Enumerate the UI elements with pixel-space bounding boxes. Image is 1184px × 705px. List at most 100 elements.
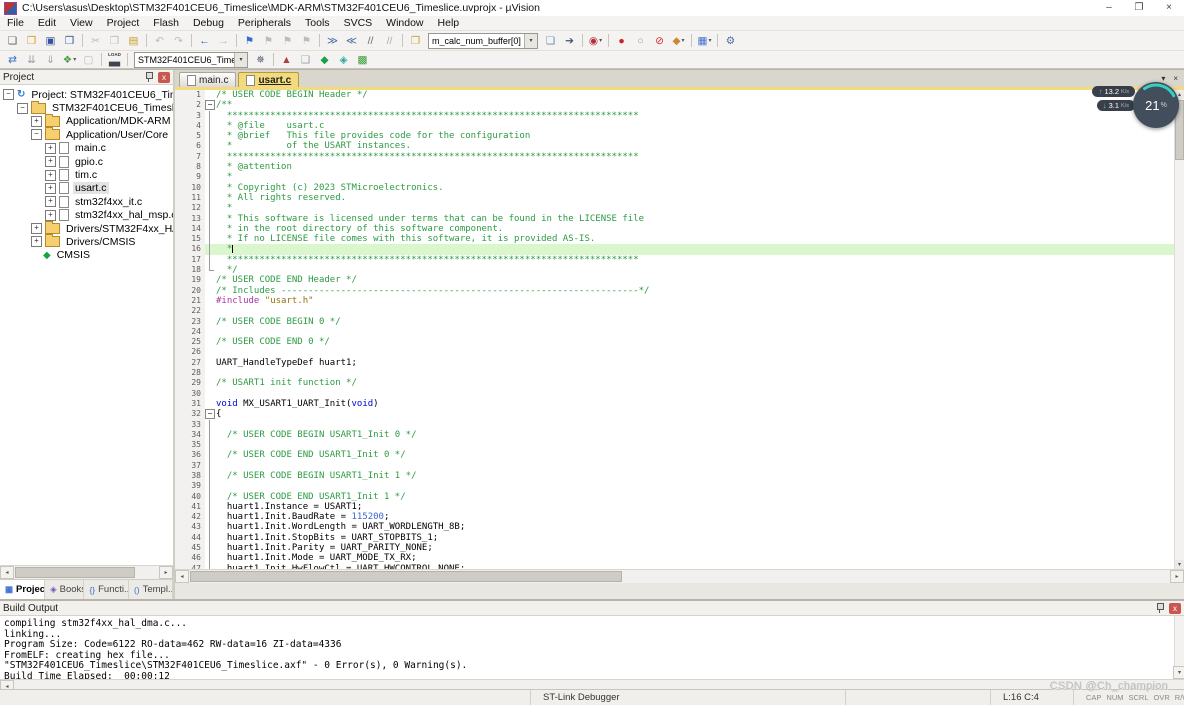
code-line-13[interactable]: 13 * This software is licensed under ter… bbox=[175, 213, 1174, 225]
collapse-icon[interactable]: − bbox=[17, 102, 28, 114]
progress-circle[interactable]: 21 % bbox=[1133, 82, 1179, 128]
scroll-left-icon[interactable]: ◂ bbox=[0, 566, 14, 579]
tree-item-stm32f401ceu6-timeslice[interactable]: − STM32F401CEU6_Timeslice bbox=[0, 100, 173, 114]
code-line-28[interactable]: 28 bbox=[175, 368, 1174, 379]
undo-button[interactable]: ↶ bbox=[151, 33, 168, 48]
combo-dropdown-icon[interactable]: ▾ bbox=[524, 33, 537, 48]
doc-tab-usart-c[interactable]: usart.c bbox=[238, 72, 300, 87]
tree-item-main-c[interactable]: + main.c bbox=[0, 142, 173, 155]
code-line-35[interactable]: 35 bbox=[175, 440, 1174, 451]
code-lines[interactable]: 1/* USER CODE BEGIN Header */2/**3 *****… bbox=[175, 90, 1174, 569]
code-line-31[interactable]: 31 void MX_USART1_UART_Init(void) bbox=[175, 398, 1174, 410]
code-line-12[interactable]: 12 * bbox=[175, 203, 1174, 214]
code-line-42[interactable]: 42 huart1.Init.BaudRate = 115200; bbox=[175, 512, 1174, 523]
code-line-45[interactable]: 45 huart1.Init.Parity = UART_PARITY_NONE… bbox=[175, 543, 1174, 554]
code-line-7[interactable]: 7 **************************************… bbox=[175, 151, 1174, 163]
menu-debug[interactable]: Debug bbox=[186, 17, 231, 29]
tree-item-gpio-c[interactable]: + gpio.c bbox=[0, 155, 173, 168]
menu-flash[interactable]: Flash bbox=[146, 17, 186, 29]
browse-info-button[interactable]: ➔ bbox=[561, 33, 578, 48]
tree-item-stm32f4xx-it-c[interactable]: + stm32f4xx_it.c bbox=[0, 195, 173, 208]
collapse-icon[interactable]: − bbox=[3, 89, 14, 101]
code-line-29[interactable]: 29 /* USART1 init function */ bbox=[175, 378, 1174, 389]
breakpoint-options-button[interactable]: ◆ ▾ bbox=[670, 33, 687, 48]
find-in-files-button[interactable]: ❐ bbox=[407, 33, 424, 48]
maximize-button[interactable]: ❐ bbox=[1124, 0, 1154, 16]
code-line-8[interactable]: 8 * @attention bbox=[175, 162, 1174, 173]
expand-icon[interactable]: + bbox=[31, 223, 42, 235]
code-line-37[interactable]: 37 bbox=[175, 460, 1174, 472]
open-file-button[interactable]: ❐ bbox=[23, 33, 40, 48]
search-button[interactable]: ◉ ▾ bbox=[587, 33, 604, 48]
code-line-36[interactable]: 36 /* USER CODE END USART1_Init 0 */ bbox=[175, 450, 1174, 461]
dropdown-arrow-icon[interactable]: ▾ bbox=[682, 37, 685, 44]
redo-button[interactable]: ↷ bbox=[170, 33, 187, 48]
expand-icon[interactable]: + bbox=[45, 142, 56, 154]
window-layout-button[interactable]: ▦ ▾ bbox=[696, 33, 713, 48]
code-line-9[interactable]: 9 * bbox=[175, 172, 1174, 183]
code-line-22[interactable]: 22 bbox=[175, 306, 1174, 317]
code-line-18[interactable]: 18 */ bbox=[175, 265, 1174, 276]
scroll-left-icon[interactable]: ◂ bbox=[175, 570, 189, 583]
dropdown-arrow-icon[interactable]: ▾ bbox=[73, 56, 76, 63]
panel-tab-books[interactable]: ◈ Books bbox=[45, 580, 85, 599]
tree-item-drivers-stm32f4xx-hal-driver[interactable]: + Drivers/STM32F4xx_HAL_Driver bbox=[0, 221, 173, 235]
indent-button[interactable]: ≫ bbox=[324, 33, 341, 48]
manage-rte-button[interactable]: ◆ bbox=[316, 52, 333, 67]
build-output-close-icon[interactable]: x bbox=[1169, 602, 1181, 614]
expand-icon[interactable]: + bbox=[45, 156, 56, 168]
pin-icon[interactable] bbox=[1157, 602, 1164, 613]
next-bookmark-button[interactable]: ⚑ bbox=[279, 33, 296, 48]
code-line-43[interactable]: 43 huart1.Init.WordLength = UART_WORDLEN… bbox=[175, 522, 1174, 534]
code-line-17[interactable]: 17 *************************************… bbox=[175, 254, 1174, 266]
code-line-40[interactable]: 40 /* USER CODE END USART1_Init 1 */ bbox=[175, 491, 1174, 503]
paste-button[interactable]: ▤ bbox=[125, 33, 142, 48]
menu-window[interactable]: Window bbox=[379, 17, 430, 29]
code-line-47[interactable]: 47 huart1.Init.HwFlowCtl = UART_HWCONTRO… bbox=[175, 563, 1174, 569]
pin-icon[interactable] bbox=[146, 71, 153, 82]
expand-icon[interactable]: + bbox=[45, 196, 56, 208]
code-line-11[interactable]: 11 * All rights reserved. bbox=[175, 192, 1174, 204]
scroll-right-icon[interactable]: ▸ bbox=[159, 566, 173, 579]
lookup-button[interactable]: ❏ bbox=[542, 33, 559, 48]
build-button[interactable]: ⇊ bbox=[23, 52, 40, 67]
minimize-button[interactable]: – bbox=[1094, 0, 1124, 16]
configure-button[interactable]: ⚙ bbox=[722, 33, 739, 48]
menu-file[interactable]: File bbox=[0, 17, 31, 29]
target-select-combo[interactable]: STM32F401CEU6_Timesli▾ bbox=[134, 51, 248, 68]
outdent-button[interactable]: ≪ bbox=[343, 33, 360, 48]
tree-item-project-stm32f401ceu6-timeslice[interactable]: −↻ Project: STM32F401CEU6_Timeslice bbox=[0, 88, 173, 101]
code-line-1[interactable]: 1 /* USER CODE BEGIN Header */ bbox=[175, 90, 1174, 101]
copy-button[interactable]: ❐ bbox=[106, 33, 123, 48]
dropdown-arrow-icon[interactable]: ▾ bbox=[599, 37, 602, 44]
build-output-scrollbar[interactable]: ▾ bbox=[1172, 616, 1184, 679]
comment-button[interactable]: // bbox=[362, 33, 379, 48]
code-line-41[interactable]: 41 huart1.Instance = USART1; bbox=[175, 501, 1174, 513]
rebuild-button[interactable]: ⇓ bbox=[42, 52, 59, 67]
kill-breakpoints-button[interactable]: ⊘ bbox=[651, 33, 668, 48]
panel-tab-templ[interactable]: () Templ... bbox=[129, 580, 173, 599]
translate-file-button[interactable]: ⇄ bbox=[4, 52, 21, 67]
code-line-20[interactable]: 20 /* Includes --------------------------… bbox=[175, 285, 1174, 296]
project-panel-close-icon[interactable]: x bbox=[158, 71, 170, 83]
code-line-19[interactable]: 19 /* USER CODE END Header */ bbox=[175, 275, 1174, 286]
pack-installer-button[interactable]: ▩ bbox=[354, 52, 371, 67]
download-button[interactable]: LOAD ▄▄ bbox=[106, 52, 123, 67]
code-line-27[interactable]: 27 UART_HandleTypeDef huart1; bbox=[175, 357, 1174, 369]
expand-icon[interactable]: + bbox=[45, 182, 56, 194]
code-line-6[interactable]: 6 * of the USART instances. bbox=[175, 141, 1174, 153]
code-line-44[interactable]: 44 huart1.Init.StopBits = UART_STOPBITS_… bbox=[175, 532, 1174, 544]
menu-view[interactable]: View bbox=[63, 17, 100, 29]
tree-item-usart-c[interactable]: + usart.c bbox=[0, 182, 173, 195]
disable-breakpoint-button[interactable]: ○ bbox=[632, 33, 649, 48]
tree-item-tim-c[interactable]: + tim.c bbox=[0, 168, 173, 182]
tree-item-application-user-core[interactable]: − Application/User/Core bbox=[0, 127, 173, 141]
code-line-5[interactable]: 5 * @brief This file provides code for t… bbox=[175, 131, 1174, 142]
editor-horizontal-scrollbar[interactable]: ◂ ▸ bbox=[175, 569, 1184, 583]
code-line-24[interactable]: 24 bbox=[175, 326, 1174, 338]
code-line-38[interactable]: 38 /* USER CODE BEGIN USART1_Init 1 */ bbox=[175, 470, 1174, 482]
stop-build-button[interactable]: ▢ bbox=[80, 52, 97, 67]
code-line-30[interactable]: 30 bbox=[175, 388, 1174, 399]
navigate-back-button[interactable]: ← bbox=[196, 33, 213, 48]
collapse-icon[interactable]: − bbox=[31, 129, 42, 141]
